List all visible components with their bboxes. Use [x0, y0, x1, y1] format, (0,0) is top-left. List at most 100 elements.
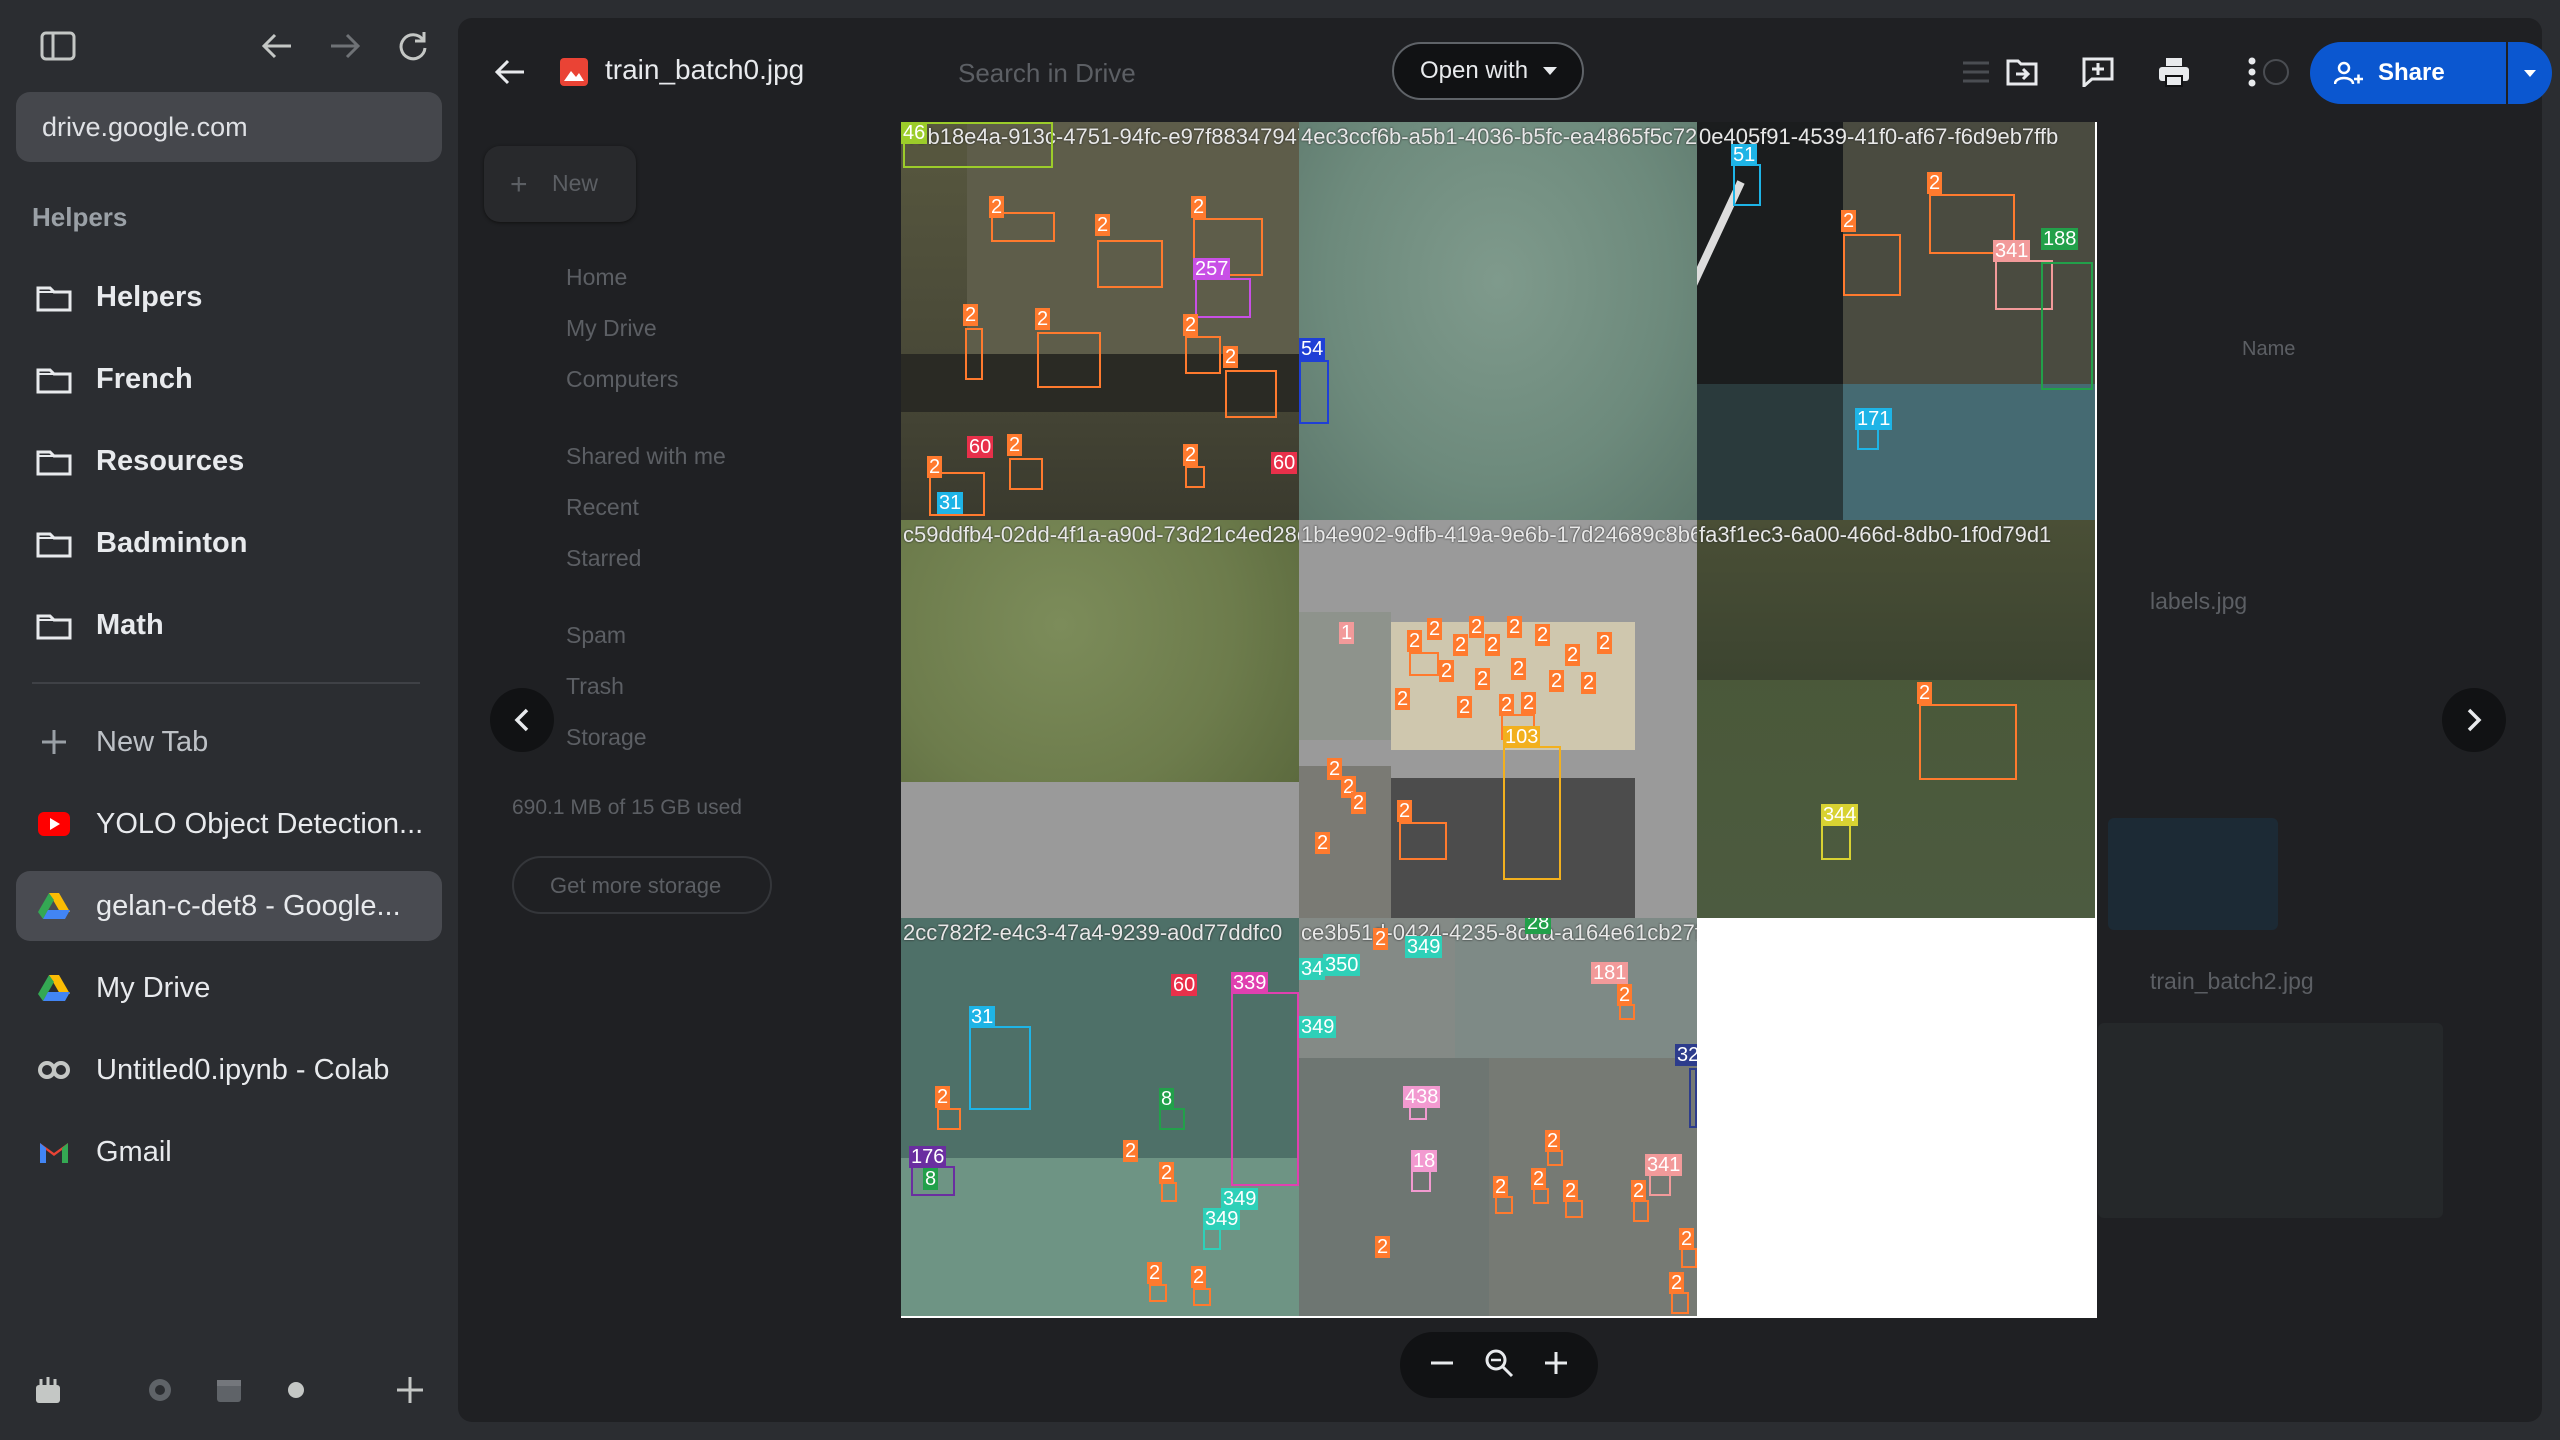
box-label: 18	[1411, 1150, 1438, 1172]
open-with-button[interactable]: Open with	[1392, 42, 1584, 100]
drive-search-placeholder: Search in Drive	[958, 58, 1136, 88]
box-label: 181	[1591, 962, 1629, 984]
share-button[interactable]: Share	[2310, 42, 2506, 104]
bounding-box	[1633, 1200, 1649, 1222]
reload-icon[interactable]	[393, 26, 433, 66]
bounding-box	[1565, 1200, 1583, 1218]
forward-arrow-icon[interactable]	[325, 26, 365, 66]
sidebar-folder-resources[interactable]: Resources	[16, 426, 442, 496]
open-with-label: Open with	[1420, 57, 1529, 84]
box-label: 2	[1475, 668, 1491, 690]
box-label: 2	[1453, 634, 1469, 656]
box-label: 31	[937, 492, 964, 514]
box-label: 438	[1403, 1086, 1441, 1108]
back-arrow-icon[interactable]	[257, 26, 297, 66]
drive-storage-used: 690.1 MB of 15 GB used	[512, 796, 742, 819]
box-label: 60	[1171, 974, 1198, 996]
mosaic-tile: 4ec3ccf6b-a5b1-4036-b5fc-ea4865f5c726.pn…	[1299, 122, 1697, 520]
image-preview: 46b18e4a-913c-4751-94fc-e97f88347947.png…	[901, 122, 2097, 1318]
tab-yolo[interactable]: YOLO Object Detection...	[16, 789, 442, 859]
drive-sort-label[interactable]: Name	[2242, 338, 2295, 361]
magnifier-icon	[1485, 1349, 1514, 1377]
sidebar-divider	[32, 682, 420, 684]
box-label: 51	[1731, 144, 1758, 166]
box-label: 2	[927, 456, 943, 478]
box-label: 188	[2041, 228, 2079, 250]
drive-nav-shared[interactable]: Shared with me	[566, 443, 726, 470]
sidebar-folder-helpers[interactable]: Helpers	[16, 262, 442, 332]
bounding-box	[1619, 1004, 1635, 1020]
add-space-icon[interactable]	[390, 1370, 430, 1410]
previous-image-button[interactable]	[490, 688, 554, 752]
calendar-icon[interactable]	[209, 1370, 249, 1410]
box-label: 349	[1405, 936, 1443, 958]
bounding-box	[1503, 746, 1561, 880]
box-label: 2	[1123, 1140, 1139, 1162]
box-label: 339	[1231, 972, 1269, 994]
add-comment-icon[interactable]	[2076, 50, 2120, 94]
drive-nav-recent[interactable]: Recent	[566, 494, 639, 521]
url-bar[interactable]: drive.google.com	[16, 92, 442, 162]
folder-label: Resources	[96, 444, 245, 477]
filter-icon	[1954, 50, 1998, 94]
mosaic-tile: 0e405f91-4539-41f0-af67-f6d9eb7ffb 51 2 …	[1697, 122, 2095, 520]
share-dropdown-button[interactable]	[2508, 42, 2552, 104]
tab-label: Untitled0.ipynb - Colab	[96, 1053, 390, 1086]
bounding-box	[1495, 1196, 1513, 1214]
get-more-storage-button[interactable]: Get more storage	[512, 856, 772, 914]
box-label: 2	[1563, 1180, 1579, 1202]
tab-gmail[interactable]: Gmail	[16, 1117, 442, 1187]
box-label: 2	[1545, 1130, 1561, 1152]
space-dot-icon[interactable]	[276, 1370, 316, 1410]
print-icon[interactable]	[2152, 50, 2196, 94]
tile-filename: 1b4e902-9dfb-419a-9e6b-17d24689c8b6.png	[1301, 522, 1697, 547]
google-drive-icon	[34, 886, 74, 926]
box-label: 257	[1193, 258, 1231, 280]
box-label: 2	[1531, 1168, 1547, 1190]
tab-label: My Drive	[96, 971, 211, 1004]
folder-label: French	[96, 362, 193, 395]
drive-nav-trash[interactable]: Trash	[566, 673, 624, 700]
tab-label: gelan-c-det8 - Google...	[96, 889, 401, 922]
chevron-left-icon	[514, 708, 529, 732]
tab-colab[interactable]: Untitled0.ipynb - Colab	[16, 1035, 442, 1105]
drive-thumbnail	[2108, 818, 2278, 930]
box-label: 54	[1299, 338, 1326, 360]
drive-nav-storage[interactable]: Storage	[566, 724, 647, 751]
sidebar-folder-badminton[interactable]: Badminton	[16, 508, 442, 578]
sidebar-folder-math[interactable]: Math	[16, 590, 442, 660]
drive-nav-starred[interactable]: Starred	[566, 545, 641, 572]
zoom-reset-button[interactable]	[1483, 1347, 1515, 1384]
drive-nav-computers[interactable]: Computers	[566, 366, 678, 393]
box-label: 2	[1565, 644, 1581, 666]
tab-my-drive[interactable]: My Drive	[16, 953, 442, 1023]
box-label: 2	[1485, 634, 1501, 656]
drive-nav-home[interactable]: Home	[566, 264, 627, 291]
space-title: Helpers	[32, 202, 128, 232]
drive-new-button[interactable]: + New	[484, 146, 636, 222]
tab-gelan[interactable]: gelan-c-det8 - Google...	[16, 871, 442, 941]
zoom-out-button[interactable]	[1428, 1349, 1456, 1382]
box-label: 2	[963, 304, 979, 326]
sidebar-folder-french[interactable]: French	[16, 344, 442, 414]
new-tab-label: New Tab	[96, 725, 209, 758]
next-image-button[interactable]	[2442, 688, 2506, 752]
viewer-back-icon[interactable]	[488, 50, 532, 94]
drive-file-labels[interactable]: labels.jpg	[2150, 588, 2247, 615]
bounding-box	[1195, 278, 1251, 318]
drive-nav-my-drive[interactable]: My Drive	[566, 315, 657, 342]
profile-icon[interactable]	[140, 1370, 180, 1410]
box-label: 349	[1299, 1016, 1337, 1038]
box-label: 2	[1159, 1162, 1175, 1184]
archive-icon[interactable]	[28, 1370, 68, 1410]
move-to-folder-icon[interactable]	[2000, 50, 2044, 94]
minus-icon	[1430, 1361, 1453, 1364]
box-label: 2	[1191, 196, 1207, 218]
drive-nav-spam[interactable]: Spam	[566, 622, 626, 649]
zoom-in-button[interactable]	[1542, 1349, 1570, 1382]
sidebar-toggle-icon[interactable]	[38, 26, 78, 66]
box-label: 2	[1493, 1176, 1509, 1198]
drive-file-train-batch2[interactable]: train_batch2.jpg	[2150, 968, 2314, 995]
tab-label: YOLO Object Detection...	[96, 807, 424, 840]
new-tab-button[interactable]: New Tab	[16, 707, 442, 777]
